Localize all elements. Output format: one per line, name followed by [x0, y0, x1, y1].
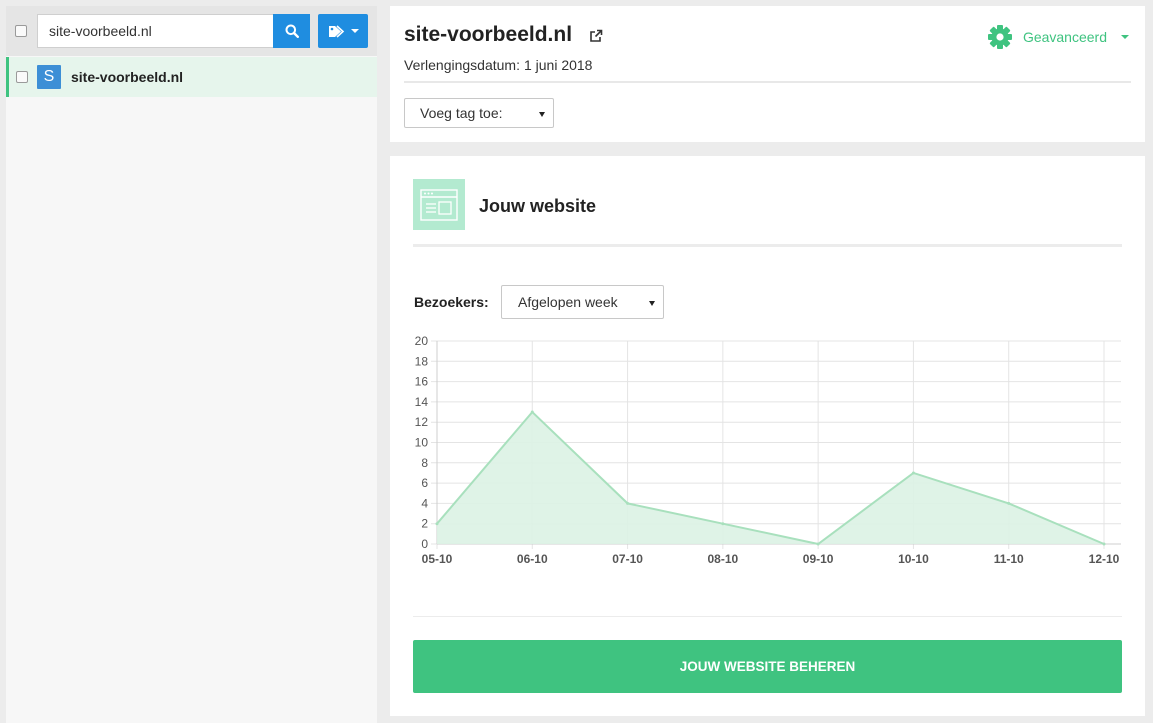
tag-icon [328, 24, 344, 38]
y-tick-label: 8 [421, 456, 428, 470]
search-button[interactable] [273, 14, 310, 48]
manage-website-button[interactable]: JOUW WEBSITE BEHEREN [413, 640, 1122, 693]
data-point [1102, 542, 1106, 546]
advanced-menu-button[interactable]: Geavanceerd [987, 24, 1129, 50]
data-point [530, 410, 534, 414]
external-link-icon[interactable] [589, 29, 603, 43]
x-tick-label: 11-10 [994, 552, 1024, 566]
y-tick-label: 16 [415, 375, 429, 389]
x-tick-label: 06-10 [517, 552, 548, 566]
x-tick-label: 09-10 [803, 552, 834, 566]
domain-header-card: site-voorbeeld.nl Verlengingsdatum: 1 jun… [390, 6, 1145, 142]
renewal-date: 1 juni 2018 [523, 57, 593, 73]
chevron-down-icon [539, 112, 545, 117]
add-tag-select[interactable]: Voeg tag toe: [404, 98, 554, 128]
y-tick-label: 4 [421, 496, 428, 510]
data-point [1007, 501, 1011, 505]
y-tick-label: 20 [415, 334, 429, 348]
series-area [437, 412, 1104, 544]
y-tick-label: 2 [421, 517, 428, 531]
data-point [435, 522, 439, 526]
chevron-down-icon [350, 29, 359, 33]
divider [413, 616, 1122, 617]
page-title: site-voorbeeld.nl [404, 23, 573, 46]
x-tick-label: 07-10 [612, 552, 643, 566]
sidebar-toolbar [6, 6, 377, 56]
data-point [911, 471, 915, 475]
y-tick-label: 0 [421, 537, 428, 551]
data-point [816, 542, 820, 546]
sidebar-item-site[interactable]: S site-voorbeeld.nl [6, 57, 377, 97]
advanced-label: Geavanceerd [1022, 29, 1107, 45]
search-input[interactable] [37, 14, 273, 48]
divider [404, 81, 1131, 83]
y-tick-label: 18 [415, 354, 429, 368]
x-tick-label: 08-10 [708, 552, 739, 566]
data-point [721, 522, 725, 526]
sidebar-item-label: site-voorbeeld.nl [71, 69, 184, 85]
chevron-down-icon [1121, 35, 1129, 39]
y-tick-label: 6 [421, 476, 428, 490]
x-tick-label: 10-10 [898, 552, 929, 566]
x-tick-label: 05-10 [422, 552, 453, 566]
tag-filter-button[interactable] [318, 14, 368, 48]
visitors-chart: 0 2 4 6 8 10 12 14 16 18 20 05-10 06-10 07-10 08-10 09-… [415, 334, 1121, 566]
y-tick-label: 14 [415, 395, 429, 409]
renewal-info: Verlengingsdatum: 1 juni 2018 [404, 57, 592, 73]
add-tag-select-value: Voeg tag toe: [420, 105, 503, 121]
site-checkbox[interactable] [16, 71, 28, 83]
gear-icon [987, 25, 1012, 49]
y-tick-label: 12 [415, 415, 429, 429]
website-card: Jouw website Bezoekers: Afgelopen week 0… [390, 156, 1145, 716]
select-all-checkbox[interactable] [15, 25, 27, 37]
search-icon [285, 24, 299, 38]
y-tick-label: 10 [415, 436, 429, 450]
sidebar: S site-voorbeeld.nl [6, 6, 377, 723]
data-point [626, 501, 630, 505]
renewal-label: Verlengingsdatum: [404, 57, 520, 73]
site-avatar: S [37, 65, 61, 89]
x-tick-label: 12-10 [1089, 552, 1120, 566]
